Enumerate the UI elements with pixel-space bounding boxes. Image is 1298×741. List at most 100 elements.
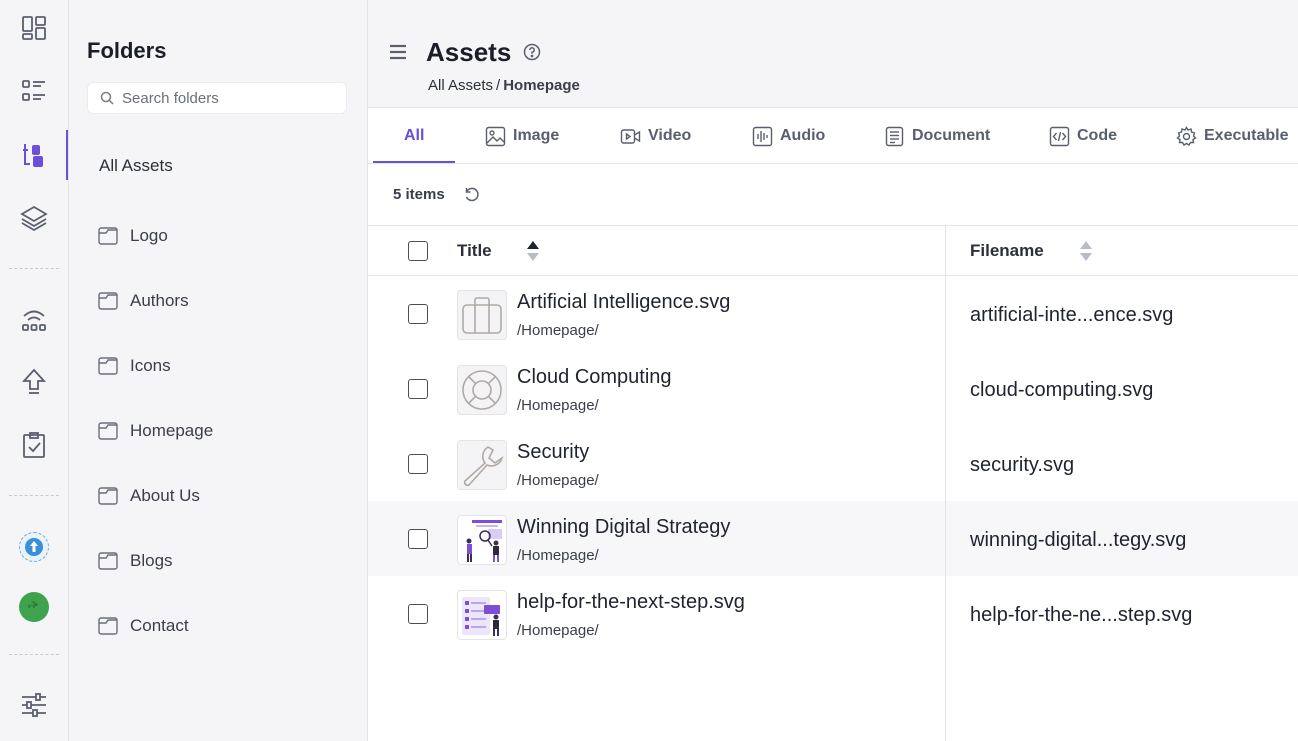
folder-item-authors[interactable]: Authors bbox=[98, 289, 189, 313]
select-all-checkbox[interactable] bbox=[408, 241, 428, 261]
wifi-network-icon[interactable] bbox=[0, 294, 68, 344]
column-header-title[interactable]: Title bbox=[457, 241, 492, 261]
breadcrumb-current: Homepage bbox=[503, 77, 580, 94]
dashboard-icon[interactable] bbox=[0, 3, 68, 53]
refresh-icon[interactable] bbox=[463, 186, 481, 204]
asset-thumbnail[interactable] bbox=[457, 290, 507, 340]
list-toolbar: 5 items bbox=[368, 164, 1298, 226]
asset-title[interactable]: Winning Digital Strategy bbox=[517, 516, 730, 539]
row-checkbox[interactable] bbox=[408, 304, 428, 324]
folder-label: Authors bbox=[130, 291, 189, 310]
asset-title[interactable]: Cloud Computing bbox=[517, 366, 672, 389]
active-tab-indicator bbox=[373, 161, 455, 163]
table-row[interactable]: Artificial Intelligence.svg /Homepage/ a… bbox=[368, 276, 1298, 351]
rail-divider bbox=[9, 268, 59, 269]
row-checkbox[interactable] bbox=[408, 529, 428, 549]
asset-path: /Homepage/ bbox=[517, 622, 599, 639]
rail-divider bbox=[9, 495, 59, 496]
tab-document[interactable]: Document bbox=[884, 108, 990, 164]
folder-search[interactable] bbox=[87, 82, 347, 114]
folder-icon bbox=[98, 227, 118, 245]
asset-path: /Homepage/ bbox=[517, 472, 599, 489]
all-assets-link[interactable]: All Assets bbox=[99, 156, 173, 176]
row-checkbox[interactable] bbox=[408, 379, 428, 399]
code-icon bbox=[1049, 126, 1070, 146]
table-row[interactable]: Cloud Computing /Homepage/ cloud-computi… bbox=[368, 351, 1298, 426]
icon-rail bbox=[0, 0, 69, 741]
folders-title: Folders bbox=[87, 38, 167, 63]
image-icon bbox=[485, 126, 506, 146]
list-icon[interactable] bbox=[0, 66, 68, 116]
tab-all[interactable]: All bbox=[404, 108, 424, 164]
help-icon[interactable] bbox=[523, 43, 541, 61]
tab-label: Audio bbox=[780, 127, 826, 144]
page-title: Assets bbox=[426, 37, 512, 67]
help-illustration bbox=[462, 597, 500, 636]
asset-thumbnail[interactable] bbox=[457, 590, 507, 640]
tab-video[interactable]: Video bbox=[620, 108, 691, 164]
main-content: Assets All Assets / Homepage All Image V… bbox=[368, 0, 1298, 741]
asset-filename: artificial-inte...ence.svg bbox=[970, 304, 1174, 326]
audio-icon bbox=[752, 126, 773, 146]
folder-label: Logo bbox=[130, 226, 168, 245]
tab-image[interactable]: Image bbox=[485, 108, 559, 164]
asset-filename: cloud-computing.svg bbox=[970, 379, 1154, 401]
asset-filename: winning-digital...tegy.svg bbox=[970, 529, 1187, 551]
rail-divider bbox=[9, 654, 59, 655]
asset-path: /Homepage/ bbox=[517, 547, 599, 564]
asset-title[interactable]: Artificial Intelligence.svg bbox=[517, 291, 730, 314]
search-icon bbox=[100, 91, 114, 105]
tab-code[interactable]: Code bbox=[1049, 108, 1117, 164]
plugin-icon[interactable] bbox=[19, 592, 49, 622]
asset-path: /Homepage/ bbox=[517, 322, 599, 339]
table-row[interactable]: Winning Digital Strategy /Homepage/ winn… bbox=[368, 501, 1298, 576]
video-icon bbox=[620, 128, 641, 144]
assets-icon[interactable] bbox=[0, 130, 68, 180]
folder-item-contact[interactable]: Contact bbox=[98, 614, 189, 638]
folder-item-icons[interactable]: Icons bbox=[98, 354, 171, 378]
folders-panel: Folders All Assets Logo Authors Icons Ho… bbox=[69, 0, 368, 741]
folder-icon bbox=[98, 487, 118, 505]
search-folders-input[interactable] bbox=[122, 89, 322, 107]
folder-label: Homepage bbox=[130, 421, 214, 440]
row-checkbox[interactable] bbox=[408, 454, 428, 474]
table-row[interactable]: help-for-the-next-step.svg /Homepage/ he… bbox=[368, 576, 1298, 651]
item-count: 5 items bbox=[393, 186, 445, 203]
folder-label: About Us bbox=[130, 486, 200, 505]
folder-item-about-us[interactable]: About Us bbox=[98, 484, 200, 508]
tab-label: Executable bbox=[1204, 127, 1289, 144]
sort-icon[interactable] bbox=[1079, 240, 1093, 262]
asset-filename: help-for-the-ne...step.svg bbox=[970, 604, 1193, 626]
column-header-filename[interactable]: Filename bbox=[970, 241, 1044, 261]
folder-item-homepage[interactable]: Homepage bbox=[98, 419, 213, 443]
table-row[interactable]: Security /Homepage/ security.svg bbox=[368, 426, 1298, 501]
folder-label: Blogs bbox=[130, 551, 173, 570]
upload-icon[interactable] bbox=[0, 357, 68, 407]
page-header: Assets All Assets / Homepage bbox=[368, 0, 1298, 108]
asset-thumbnail[interactable] bbox=[457, 440, 507, 490]
asset-title[interactable]: Security bbox=[517, 441, 589, 464]
folder-item-blogs[interactable]: Blogs bbox=[98, 549, 173, 573]
clipboard-check-icon[interactable] bbox=[0, 420, 68, 470]
tab-executable[interactable]: Executable bbox=[1176, 108, 1288, 164]
document-icon bbox=[885, 126, 904, 146]
sort-ascending-icon[interactable] bbox=[526, 240, 540, 262]
asset-title[interactable]: help-for-the-next-step.svg bbox=[517, 591, 745, 614]
asset-thumbnail[interactable] bbox=[457, 515, 507, 565]
tab-label: Code bbox=[1077, 127, 1117, 144]
gear-icon bbox=[1176, 125, 1197, 146]
settings-sliders-icon[interactable] bbox=[0, 680, 68, 730]
folder-item-logo[interactable]: Logo bbox=[98, 224, 168, 248]
folder-icon bbox=[98, 552, 118, 570]
breadcrumb-separator: / bbox=[496, 77, 501, 94]
tab-audio[interactable]: Audio bbox=[752, 108, 825, 164]
tab-label: Document bbox=[912, 127, 991, 144]
layers-icon[interactable] bbox=[0, 193, 68, 243]
upload-app-icon[interactable] bbox=[19, 532, 49, 562]
asset-thumbnail[interactable] bbox=[457, 365, 507, 415]
hamburger-menu-icon[interactable] bbox=[388, 42, 408, 62]
breadcrumb-all-assets[interactable]: All Assets bbox=[428, 77, 493, 94]
asset-type-tabs: All Image Video Audio Document Code Exec… bbox=[368, 108, 1298, 164]
strategy-illustration bbox=[466, 520, 502, 562]
row-checkbox[interactable] bbox=[408, 604, 428, 624]
